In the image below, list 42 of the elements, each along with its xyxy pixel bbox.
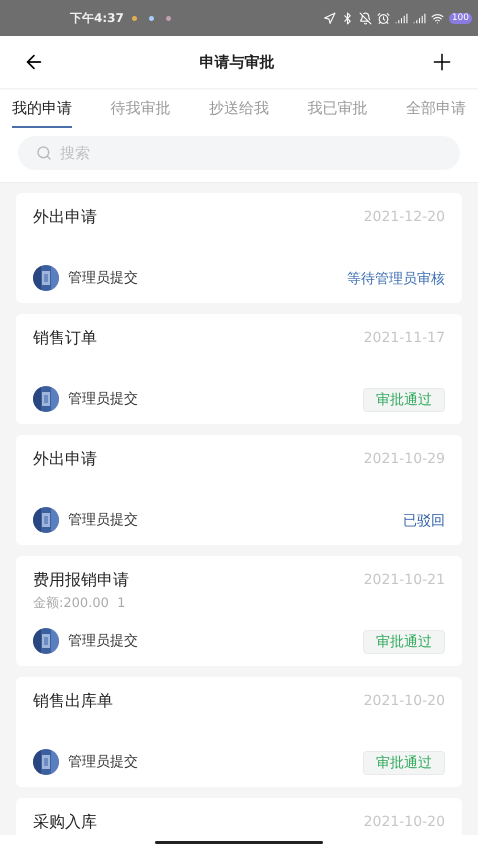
alarm-icon — [376, 12, 390, 24]
signal-icon — [394, 12, 408, 24]
search-icon — [36, 145, 52, 161]
request-date: 2021-10-29 — [364, 450, 445, 469]
submitter-name: 管理员提交 — [68, 632, 138, 650]
request-date: 2021-10-21 — [364, 571, 445, 590]
request-card[interactable]: 销售出库单 2021-10-20 管理员提交 审批通过 — [16, 677, 462, 787]
request-card[interactable]: 外出申请 2021-12-20 管理员提交 等待管理员审核 — [16, 193, 462, 303]
wifi-icon — [430, 12, 444, 24]
submitter-name: 管理员提交 — [68, 752, 138, 772]
signal-icon — [412, 12, 426, 24]
status-time: 下午4:37 — [70, 10, 124, 27]
request-title: 外出申请 — [33, 206, 97, 228]
request-date: 2021-11-17 — [364, 329, 445, 348]
bell-off-icon — [358, 12, 372, 24]
request-title: 销售出库单 — [33, 690, 113, 712]
location-icon — [322, 12, 336, 24]
request-date: 2021-10-20 — [364, 692, 445, 711]
request-date: 2021-12-20 — [364, 208, 445, 227]
status-text: 已驳回 — [403, 513, 445, 529]
request-amount: 金额:200.00 1 — [33, 595, 126, 613]
request-card[interactable]: 采购入库 2021-10-20 — [16, 798, 462, 835]
request-card[interactable]: 外出申请 2021-10-29 管理员提交 已驳回 — [16, 435, 462, 545]
request-title: 销售订单 — [33, 327, 97, 349]
notification-icon — [166, 16, 171, 20]
request-card[interactable]: 销售订单 2021-11-17 管理员提交 审批通过 — [16, 314, 462, 424]
status-badge: 审批通过 — [363, 751, 445, 775]
battery-indicator: 100 — [448, 12, 472, 24]
page-title: 申请与审批 — [198, 52, 276, 73]
request-title: 费用报销申请 — [33, 569, 129, 591]
status-text: 等待管理员审核 — [347, 271, 445, 287]
status-badge: 审批通过 — [363, 388, 445, 412]
request-title: 采购入库 — [33, 811, 97, 833]
notification-icon — [132, 16, 137, 20]
request-title: 外出申请 — [33, 448, 97, 470]
request-card[interactable]: 费用报销申请 2021-10-21 金额:200.00 1 管理员提交 审批通过 — [16, 556, 462, 666]
submitter-name: 管理员提交 — [68, 390, 138, 408]
notification-icon — [148, 16, 154, 20]
request-date: 2021-10-20 — [364, 813, 445, 832]
status-badge: 审批通过 — [363, 630, 445, 654]
submitter-name: 管理员提交 — [68, 510, 138, 530]
submitter-name: 管理员提交 — [68, 268, 138, 288]
